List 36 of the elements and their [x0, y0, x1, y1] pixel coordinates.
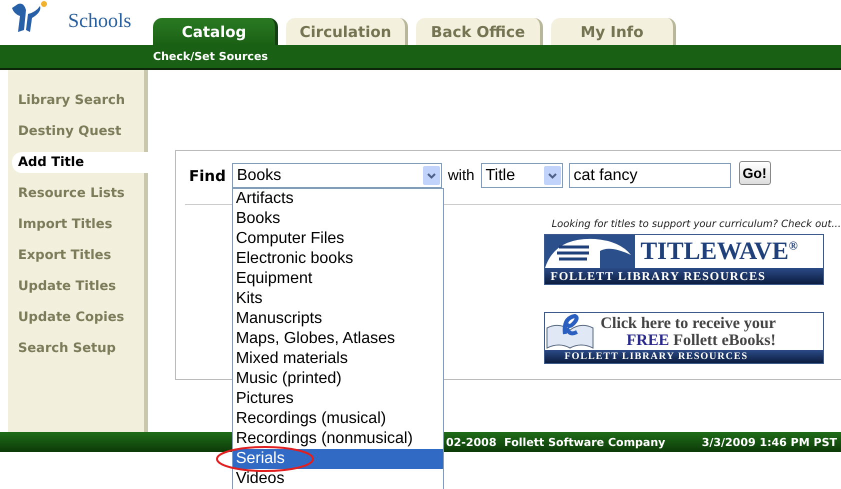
sidebar-item[interactable]: Library Search	[8, 90, 144, 111]
sidebar-item[interactable]: Destiny Quest	[8, 121, 144, 142]
sidebar-item[interactable]: Add Title	[12, 152, 148, 173]
chevron-down-icon	[544, 166, 560, 185]
titlewave-banner[interactable]: TITLEWAVE$^{®}$ FOLLETT LIBRARY RESOURCES	[544, 234, 824, 285]
sidebar-item[interactable]: Import Titles	[8, 214, 144, 235]
find-label: Find	[189, 166, 226, 184]
banner-text: Click here to receive your	[600, 314, 776, 332]
dropdown-option[interactable]: Serials	[232, 449, 443, 469]
figure-logo-icon	[10, 0, 48, 34]
wave-icon	[544, 235, 634, 268]
sidebar-item[interactable]: Update Copies	[8, 307, 144, 328]
subnav-link[interactable]: Check/Set Sources	[153, 50, 268, 63]
banner-text: FREE Follett eBooks!	[626, 332, 776, 348]
sidebar-item[interactable]: Resource Lists	[8, 183, 144, 204]
field-select[interactable]: Title	[480, 163, 562, 188]
copyright-text: 02-2008 Follett Software Company	[446, 436, 666, 448]
sidebar-item[interactable]: Update Titles	[8, 276, 144, 297]
sidebar-item[interactable]: Export Titles	[8, 245, 144, 266]
go-button[interactable]: Go!	[738, 160, 771, 184]
nav-tab[interactable]: Circulation	[286, 18, 408, 45]
book-icon	[544, 314, 594, 350]
nav-tab[interactable]: My Info	[551, 18, 676, 45]
search-field[interactable]: cat fancy	[568, 163, 730, 188]
nav-tab[interactable]: Catalog	[153, 18, 278, 45]
ebooks-banner[interactable]: Click here to receive your FREE Follett eBooks! FOLLETT LIBRARY RESOURCES	[544, 312, 824, 364]
banner-subtitle: FOLLETT LIBRARY RESOURCES	[544, 350, 822, 363]
chevron-down-icon	[422, 166, 440, 185]
logo-text: Schools	[68, 10, 132, 33]
nav-tab[interactable]: Back Office	[416, 18, 543, 45]
sidebar-item[interactable]: Search Setup	[8, 338, 144, 359]
timestamp-text: 3/3/2009 1:46 PM PST	[702, 436, 837, 448]
banner-title: TITLEWAVE$^{®}$	[640, 238, 798, 266]
banner-subtitle: FOLLETT LIBRARY RESOURCES	[544, 268, 822, 284]
with-label: with	[448, 167, 474, 184]
promo-text: Looking for titles to support your curriculum? Check out...	[552, 219, 841, 230]
